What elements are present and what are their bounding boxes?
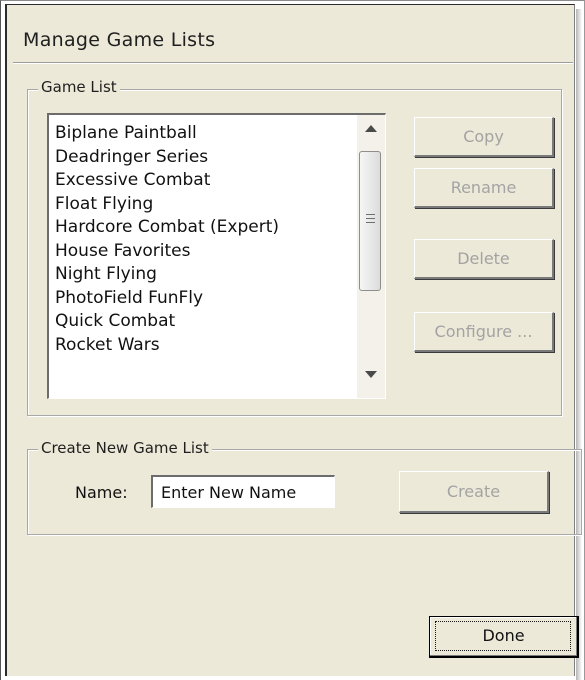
rename-button[interactable]: Rename: [414, 168, 554, 208]
copy-button-label: Copy: [463, 127, 504, 146]
scroll-up-arrow-icon[interactable]: [365, 125, 377, 132]
delete-button[interactable]: Delete: [414, 239, 554, 279]
game-list-listbox[interactable]: Biplane Paintball Deadringer Series Exce…: [47, 113, 386, 399]
scroll-down-arrow-icon[interactable]: [365, 371, 377, 378]
list-item[interactable]: Night Flying: [55, 263, 279, 287]
done-button[interactable]: Done: [429, 616, 579, 658]
game-list-legend: Game List: [38, 78, 120, 96]
list-item[interactable]: Biplane Paintball: [55, 122, 279, 146]
rename-button-label: Rename: [450, 178, 517, 197]
create-button-label: Create: [446, 482, 501, 501]
manage-game-lists-window: Manage Game Lists Game List Biplane Pain…: [0, 0, 585, 680]
list-item[interactable]: Deadringer Series: [55, 146, 279, 170]
list-item[interactable]: Quick Combat: [55, 310, 279, 334]
list-item[interactable]: House Favorites: [55, 240, 279, 264]
list-item[interactable]: PhotoField FunFly: [55, 287, 279, 311]
configure-button[interactable]: Configure ...: [414, 312, 554, 352]
dialog-title: Manage Game Lists: [23, 29, 216, 51]
name-label: Name:: [75, 483, 128, 502]
done-focus-rect: [435, 621, 571, 651]
list-item[interactable]: Float Flying: [55, 193, 279, 217]
list-item[interactable]: Rocket Wars: [55, 334, 279, 358]
scroll-grip-icon: [366, 214, 375, 215]
configure-button-label: Configure ...: [434, 322, 533, 341]
game-list-items: Biplane Paintball Deadringer Series Exce…: [55, 122, 279, 357]
list-scrollbar[interactable]: [357, 115, 385, 398]
list-item[interactable]: Hardcore Combat (Expert): [55, 216, 279, 240]
copy-button[interactable]: Copy: [414, 117, 554, 157]
scroll-thumb[interactable]: [359, 151, 381, 291]
create-button[interactable]: Create: [399, 471, 549, 513]
scroll-grip-icon: [366, 218, 375, 219]
new-list-name-input[interactable]: [151, 475, 335, 508]
list-item[interactable]: Excessive Combat: [55, 169, 279, 193]
title-divider-highlight: [13, 63, 573, 64]
create-game-list-legend: Create New Game List: [38, 439, 212, 457]
scroll-grip-icon: [366, 222, 375, 223]
delete-button-label: Delete: [457, 249, 510, 268]
window-shadow: [576, 9, 582, 680]
